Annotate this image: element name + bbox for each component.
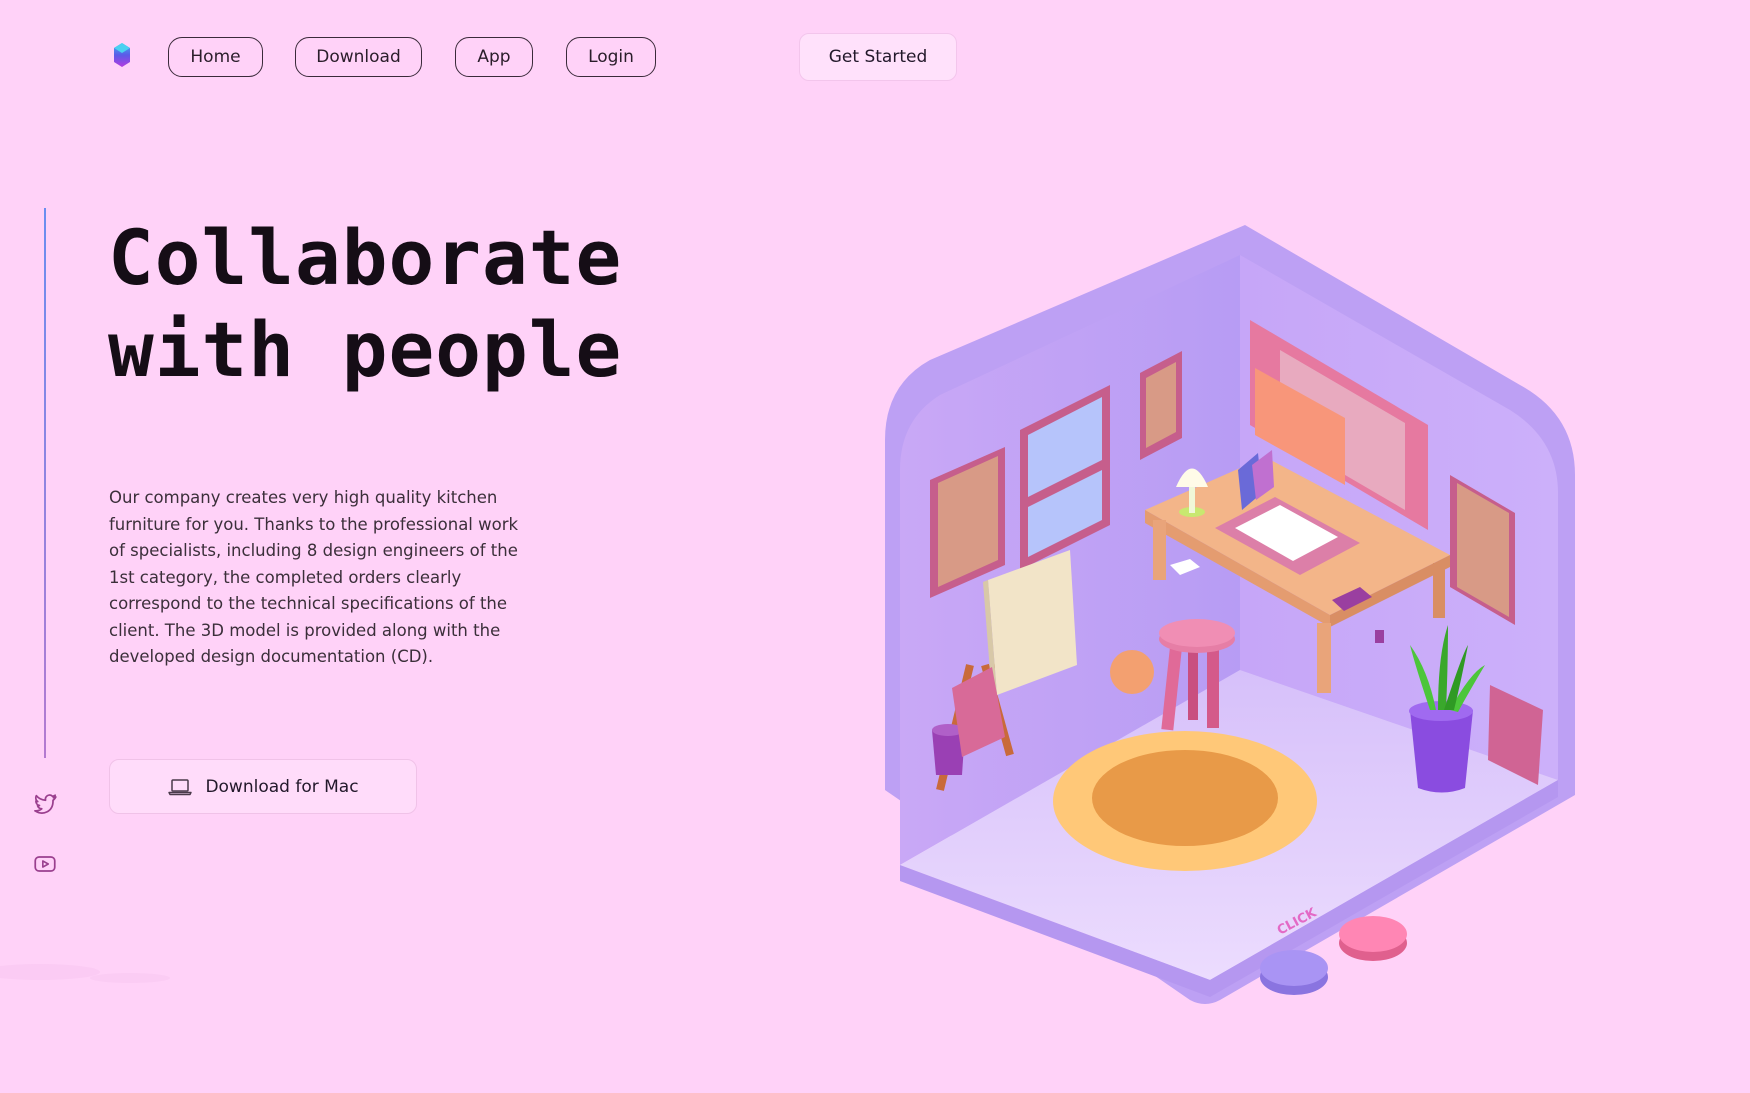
hero-title-line-1: Collaborate xyxy=(108,213,623,302)
nav-home-button[interactable]: Home xyxy=(168,37,263,77)
rug xyxy=(1053,731,1317,871)
youtube-icon[interactable] xyxy=(32,851,58,877)
twitter-icon[interactable] xyxy=(32,791,58,817)
hero-title: Collaborate with people xyxy=(108,212,748,396)
nav-login-button[interactable]: Login xyxy=(566,37,656,77)
side-divider xyxy=(44,208,46,758)
landing-page: Home Download App Login Get Started Coll… xyxy=(0,0,1750,1093)
download-for-mac-label: Download for Mac xyxy=(205,776,359,797)
background-smear xyxy=(0,964,170,983)
download-for-mac-button[interactable]: Download for Mac xyxy=(109,759,417,814)
hero-title-line-2: with people xyxy=(108,305,623,394)
pen-cup xyxy=(1375,630,1384,643)
nav-download-button[interactable]: Download xyxy=(295,37,422,77)
brand-logo-icon[interactable] xyxy=(113,42,131,68)
isometric-room-illustration: CLICK xyxy=(885,225,1575,1004)
hero-description: Our company creates very high quality ki… xyxy=(109,488,519,666)
nav-app-button[interactable]: App xyxy=(455,37,533,77)
get-started-button[interactable]: Get Started xyxy=(799,33,957,81)
ball xyxy=(1110,650,1154,694)
laptop-icon xyxy=(168,778,193,795)
